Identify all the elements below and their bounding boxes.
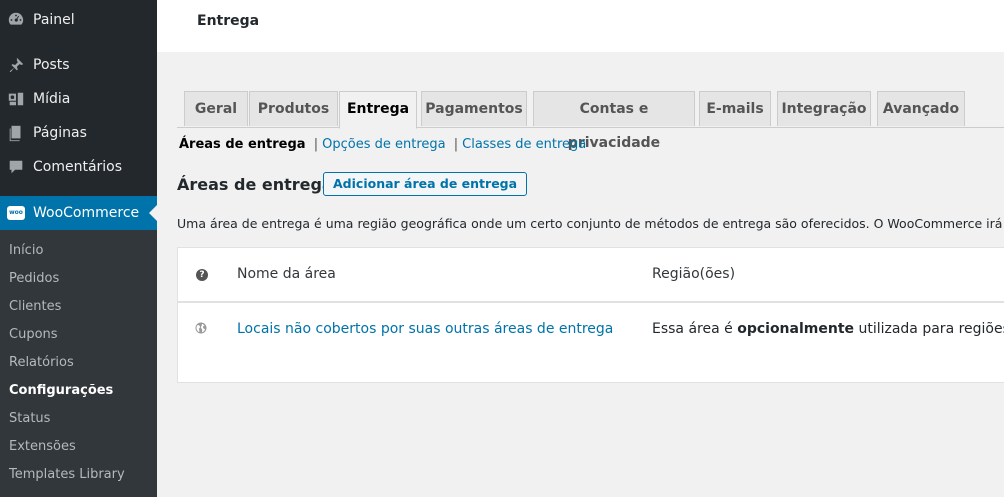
- help-icon[interactable]: ?: [196, 269, 208, 281]
- subnav-link-opcoes[interactable]: Opções de entrega: [322, 137, 445, 152]
- menu-media-label: Mídia: [33, 91, 71, 107]
- region-prefix: Essa área é: [652, 321, 738, 337]
- tab-pagamentos[interactable]: Pagamentos: [421, 91, 527, 126]
- tab-avancado[interactable]: Avançado: [877, 91, 965, 126]
- page-icon: [7, 124, 25, 142]
- pin-icon: [7, 56, 25, 74]
- tab-integracao[interactable]: Integração: [777, 91, 871, 126]
- section-subnav: Áreas de entrega | Opções de entrega | Cla…: [179, 137, 586, 152]
- table-header: ? Nome da área Região(ões): [178, 248, 1004, 303]
- section-description: Uma área de entrega é uma região geográf…: [177, 216, 1004, 231]
- menu-media[interactable]: Mídia: [0, 82, 157, 116]
- menu-posts-label: Posts: [33, 57, 70, 73]
- woocommerce-icon: woo: [7, 206, 25, 220]
- subnav-current: Áreas de entrega: [179, 137, 306, 152]
- subnav-separator: |: [453, 137, 459, 152]
- subnav-separator: |: [313, 137, 319, 152]
- menu-comments-label: Comentários: [33, 159, 123, 175]
- table-row: Locais não cobertos por suas outras área…: [178, 303, 1004, 382]
- menu-posts[interactable]: Posts: [0, 48, 157, 82]
- page-title: Entrega: [197, 13, 260, 29]
- section-heading: Áreas de entrega: [177, 175, 333, 194]
- current-menu-arrow: [149, 205, 157, 221]
- menu-woocommerce[interactable]: woo WooCommerce: [0, 196, 157, 230]
- tab-e-mails[interactable]: E-mails: [699, 91, 771, 126]
- add-shipping-zone-button[interactable]: Adicionar área de entrega: [323, 172, 528, 196]
- menu-pages[interactable]: Páginas: [0, 116, 157, 150]
- media-icon: [7, 90, 25, 108]
- column-header-regions: Região(ões): [652, 266, 736, 282]
- menu-dashboard[interactable]: Painel: [0, 3, 157, 37]
- tab-entrega[interactable]: Entrega: [339, 91, 417, 129]
- woocommerce-icon-text: woo: [9, 209, 23, 216]
- subnav-link-classes[interactable]: Classes de entrega: [462, 137, 586, 152]
- admin-sidebar: Painel Posts Mídia Páginas Comentários w…: [0, 0, 157, 497]
- submenu-templates-library[interactable]: Templates Library: [9, 461, 125, 489]
- tab-geral[interactable]: Geral: [184, 91, 248, 126]
- globe-icon: [195, 322, 207, 334]
- submenu-extensoes[interactable]: Extensões: [9, 433, 76, 461]
- submenu-pedidos[interactable]: Pedidos: [9, 265, 59, 293]
- tab-contas-e-privacidade[interactable]: Contas e privacidade: [533, 91, 695, 151]
- menu-woocommerce-label: WooCommerce: [33, 205, 140, 221]
- menu-pages-label: Páginas: [33, 125, 87, 141]
- dashboard-icon: [7, 11, 25, 29]
- zone-region-text: Essa área é opcionalmente utilizada para…: [652, 321, 1004, 337]
- tab-produtos[interactable]: Produtos: [249, 91, 338, 126]
- submenu-configuracoes[interactable]: Configurações: [9, 377, 113, 405]
- zone-name-link[interactable]: Locais não cobertos por suas outras área…: [237, 321, 613, 337]
- region-bold: opcionalmente: [737, 321, 855, 337]
- submenu-clientes[interactable]: Clientes: [9, 293, 61, 321]
- region-suffix: utilizada para regiões que não estão inc…: [858, 321, 1004, 337]
- column-header-zone-name: Nome da área: [237, 266, 336, 282]
- page-header: Entrega: [157, 0, 1004, 52]
- submenu-relatorios[interactable]: Relatórios: [9, 349, 74, 377]
- submenu-cupons[interactable]: Cupons: [9, 321, 58, 349]
- shipping-zones-table: ? Nome da área Região(ões) Locais não co…: [177, 247, 1004, 383]
- submenu-status[interactable]: Status: [9, 405, 50, 433]
- settings-tabs: Geral Produtos Entrega Pagamentos Contas…: [177, 91, 1004, 151]
- submenu-inicio[interactable]: Início: [9, 237, 43, 265]
- woocommerce-submenu: Início Pedidos Clientes Cupons Relatório…: [0, 230, 157, 497]
- comment-icon: [7, 158, 25, 176]
- menu-comments[interactable]: Comentários: [0, 150, 157, 184]
- menu-dashboard-label: Painel: [33, 12, 75, 28]
